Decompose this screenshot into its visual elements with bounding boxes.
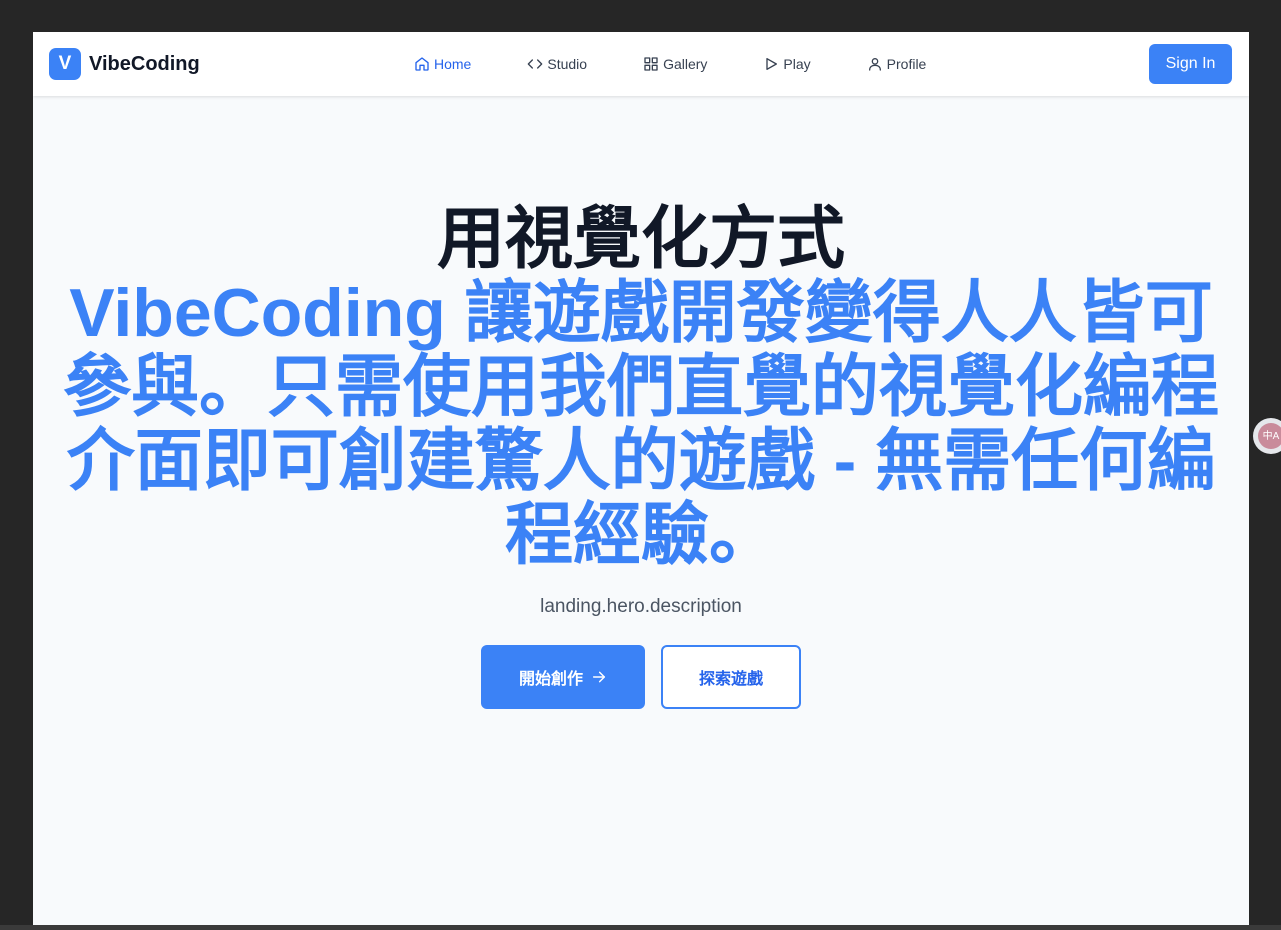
nav-item-studio-label: Studio (547, 56, 588, 72)
top-navbar: V VibeCoding Home Studio Gallery Play Pr… (33, 32, 1249, 96)
nav-item-gallery[interactable]: Gallery (643, 56, 707, 72)
nav-links: Home Studio Gallery Play Profile (414, 32, 926, 96)
hero-description: landing.hero.description (540, 596, 742, 617)
sign-in-button[interactable]: Sign In (1149, 44, 1232, 84)
brand-logo-icon: V (49, 48, 81, 80)
explore-games-button[interactable]: 探索遊戲 (661, 645, 801, 709)
grid-icon (644, 57, 658, 71)
nav-item-play-label: Play (783, 56, 811, 72)
hero-title-line1: 用視覺化方式 (436, 201, 845, 277)
hero-section: 用視覺化方式 VibeCoding 讓遊戲開發變得人人皆可參與。只需使用我們直覺… (33, 202, 1249, 709)
hero-actions: 開始創作 探索遊戲 (33, 645, 1249, 709)
user-icon (868, 58, 881, 71)
code-icon (528, 59, 543, 69)
hero-title-line2: VibeCoding 讓遊戲開發變得人人皆可參與。只需使用我們直覺的視覺化編程介… (62, 275, 1219, 573)
arrow-right-icon (592, 671, 606, 683)
app-window: V VibeCoding Home Studio Gallery Play Pr… (33, 32, 1249, 925)
nav-item-home-label: Home (434, 56, 472, 72)
nav-item-profile-label: Profile (886, 56, 927, 72)
nav-item-studio[interactable]: Studio (527, 56, 587, 72)
nav-item-gallery-label: Gallery (663, 56, 708, 72)
home-icon (415, 57, 429, 71)
nav-item-play[interactable]: Play (763, 56, 811, 72)
translate-widget[interactable]: 中A (1253, 418, 1281, 454)
translate-icon: 中A (1258, 423, 1281, 449)
brand-name: VibeCoding (89, 52, 200, 75)
start-creating-label: 開始創作 (518, 671, 583, 688)
start-creating-button[interactable]: 開始創作 (481, 645, 645, 709)
brand-link[interactable]: V VibeCoding (49, 48, 200, 80)
play-icon (766, 58, 778, 70)
nav-item-profile[interactable]: Profile (867, 56, 927, 72)
hero-title: 用視覺化方式 VibeCoding 讓遊戲開發變得人人皆可參與。只需使用我們直覺… (33, 202, 1249, 572)
nav-item-home[interactable]: Home (414, 56, 471, 72)
window-bottom-edge (0, 925, 1281, 930)
